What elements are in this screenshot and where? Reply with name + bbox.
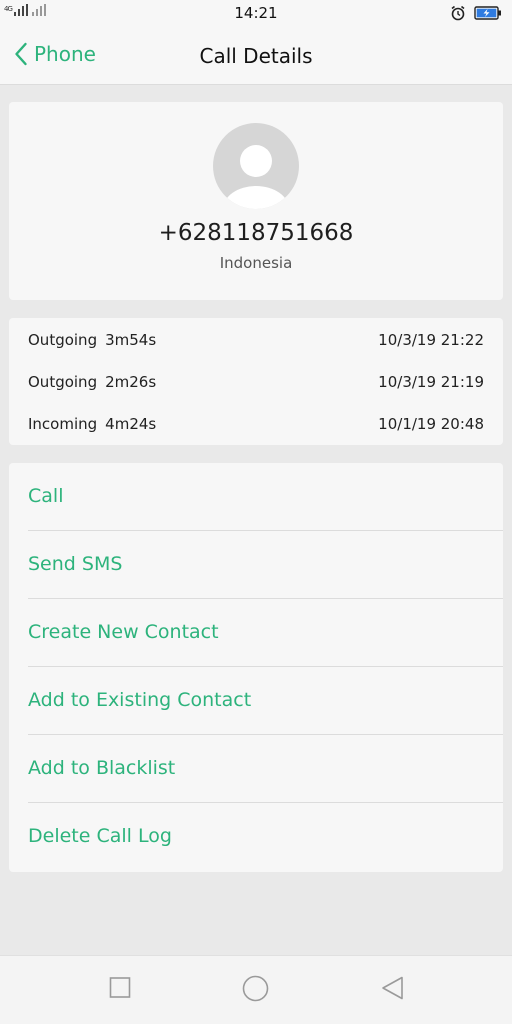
status-time: 14:21 xyxy=(234,4,278,22)
add-to-existing-contact-button[interactable]: Add to Existing Contact xyxy=(9,667,503,735)
alarm-icon xyxy=(451,5,465,21)
call-type: Outgoing xyxy=(28,331,98,349)
contact-card: +628118751668 Indonesia xyxy=(9,102,503,300)
call-log-row: Incoming 4m24s 10/1/19 20:48 xyxy=(28,415,484,437)
add-to-existing-contact-label: Add to Existing Contact xyxy=(28,689,252,711)
add-to-blacklist-button[interactable]: Add to Blacklist xyxy=(9,735,503,803)
call-datetime: 10/3/19 21:22 xyxy=(378,331,484,349)
battery-charging-icon xyxy=(474,6,501,20)
call-type: Outgoing xyxy=(28,373,98,391)
call-datetime: 10/1/19 20:48 xyxy=(378,415,484,433)
call-log-summary: Incoming 4m24s xyxy=(28,415,156,437)
triangle-back-icon xyxy=(382,976,403,1000)
call-log-row: Outgoing 2m26s 10/3/19 21:19 xyxy=(28,373,484,395)
system-navigation-bar xyxy=(0,955,512,1024)
call-datetime: 10/3/19 21:19 xyxy=(378,373,484,391)
call-log-row: Outgoing 3m54s 10/3/19 21:22 xyxy=(28,331,484,353)
create-new-contact-button[interactable]: Create New Contact xyxy=(9,599,503,667)
call-duration: 3m54s xyxy=(105,331,157,349)
send-sms-button[interactable]: Send SMS xyxy=(9,531,503,599)
send-sms-label: Send SMS xyxy=(28,553,123,575)
page-title: Call Details xyxy=(199,44,313,68)
recents-button[interactable] xyxy=(109,976,131,1002)
home-button[interactable] xyxy=(242,975,269,1006)
create-new-contact-label: Create New Contact xyxy=(28,621,219,643)
call-button-label: Call xyxy=(28,485,64,507)
phone-number: +628118751668 xyxy=(158,220,354,246)
person-icon xyxy=(223,145,289,209)
call-duration: 2m26s xyxy=(105,373,157,391)
back-nav-button[interactable] xyxy=(381,976,405,1004)
call-log-summary: Outgoing 3m54s xyxy=(28,331,156,353)
circle-icon xyxy=(242,975,269,1002)
delete-call-log-label: Delete Call Log xyxy=(28,825,172,847)
country-label: Indonesia xyxy=(219,254,293,272)
call-log-summary: Outgoing 2m26s xyxy=(28,373,156,395)
call-duration: 4m24s xyxy=(105,415,157,433)
delete-call-log-button[interactable]: Delete Call Log xyxy=(9,803,503,871)
square-icon xyxy=(109,977,131,998)
call-type: Incoming xyxy=(28,415,98,433)
status-icons xyxy=(450,5,502,21)
navigation-bar: Phone Call Details xyxy=(0,28,512,85)
call-log-card: Outgoing 3m54s 10/3/19 21:22 Outgoing 2m26… xyxy=(9,318,503,445)
call-button[interactable]: Call xyxy=(9,463,503,531)
status-bar: 4G 14:21 xyxy=(0,0,512,28)
actions-card: Call Send SMS Create New Contact Add to … xyxy=(9,463,503,872)
add-to-blacklist-label: Add to Blacklist xyxy=(28,757,176,779)
avatar xyxy=(213,123,299,209)
